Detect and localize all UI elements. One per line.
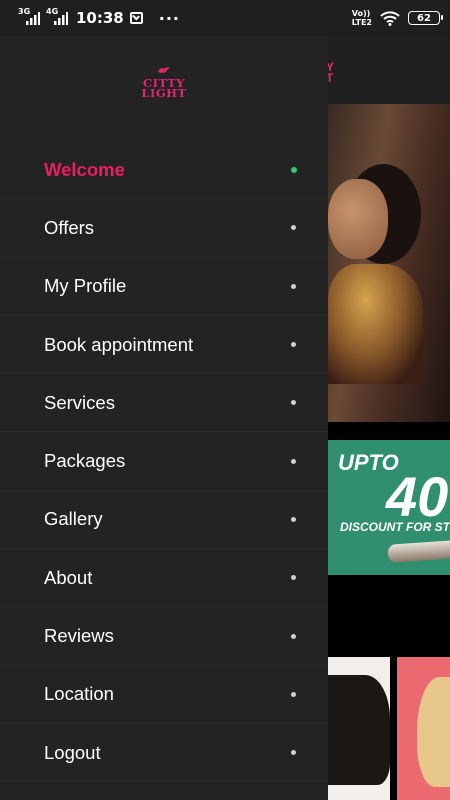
menu-item-label: Book appointment [44,333,194,355]
menu-item-label: About [44,566,93,588]
gallery-thumbnail-2[interactable] [397,657,450,800]
drawer-logo-area: CITTY LIGHT [0,66,328,110]
hero-jewelry-shape [328,264,423,384]
menu-item-label: Logout [44,741,101,763]
hair-tool-image [387,539,450,563]
brand-logo-line2: LIGHT [141,86,187,100]
bullet-icon [291,750,296,756]
lte-label: LTE2 [351,18,372,27]
active-indicator-icon [291,166,297,173]
menu-item-label: My Profile [44,275,127,297]
menu-item-reviews[interactable]: Reviews [0,607,328,666]
hero-face-shape [328,179,388,259]
brand-logo: CITTY LIGHT [136,66,192,110]
menu-item-offers[interactable]: Offers [0,199,328,258]
menu-item-label: Gallery [44,508,103,530]
hero-banner-image[interactable] [328,104,450,422]
menu-item-label: Services [44,391,115,413]
volte-indicator: Vo)) LTE2 [352,9,372,27]
bullet-icon [291,283,296,289]
menu-item-about[interactable]: About [0,549,328,608]
promo-discount-text: DISCOUNT FOR ST [340,520,450,534]
gallery-thumbnail-1[interactable] [328,657,390,800]
menu-item-label: Reviews [44,625,114,647]
bullet-icon [291,342,296,348]
bullet-icon [291,633,296,639]
network-type-1: 3G [18,7,31,16]
navigation-drawer: CITTY LIGHT Welcome Offers My Profile Bo… [0,36,328,800]
menu-item-packages[interactable]: Packages [0,432,328,491]
promo-banner[interactable]: UPTO 40 DISCOUNT FOR ST [328,440,450,575]
menu-item-label: Location [44,683,114,705]
battery-level: 62 [417,12,431,24]
battery-icon: 62 [408,11,443,25]
brand-logo-text: CITTY LIGHT [136,77,192,100]
menu-item-my-profile[interactable]: My Profile [0,258,328,316]
menu-item-location[interactable]: Location [0,666,328,724]
menu-item-label: Welcome [44,158,125,180]
drawer-menu: Welcome Offers My Profile Book appointme… [0,141,328,783]
bullet-icon [291,691,296,697]
signal-4g-icon: 4G [46,7,68,25]
bullet-icon [291,575,296,581]
message-icon [129,12,143,24]
menu-item-welcome[interactable]: Welcome [0,141,328,200]
app-header-background [328,36,450,104]
bullet-icon [291,400,296,406]
menu-item-services[interactable]: Services [0,374,328,433]
menu-item-book-appointment[interactable]: Book appointment [0,316,328,375]
bullet-icon [291,516,296,522]
wifi-icon [380,10,400,26]
bird-icon [158,67,170,73]
volte-label: Vo)) [351,9,371,18]
menu-item-logout[interactable]: Logout [0,724,328,783]
menu-item-label: Packages [44,450,126,472]
thumbnail-hair-shape [417,677,450,787]
network-type-2: 4G [46,7,59,16]
menu-item-label: Offers [44,216,95,238]
menu-item-gallery[interactable]: Gallery [0,491,328,550]
signal-3g-icon: 3G [18,7,40,25]
status-bar: 3G 4G 10:38 ··· Vo)) LTE2 62 [0,0,450,36]
bullet-icon [291,458,296,464]
clock: 10:38 [76,9,124,27]
thumbnail-hair-shape [328,675,390,785]
bullet-icon [291,225,296,231]
more-notifications-icon: ··· [158,8,180,28]
